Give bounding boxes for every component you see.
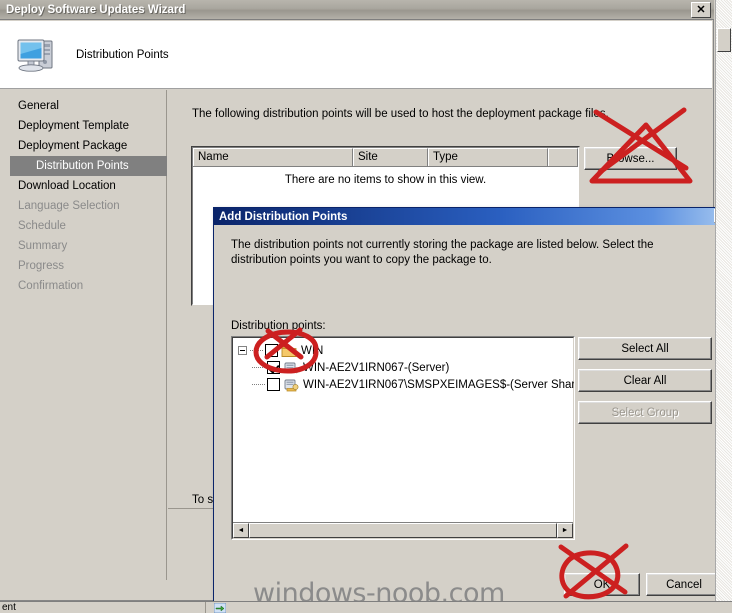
wizard-header-banner: Distribution Points — [0, 21, 712, 89]
tree-checkbox-server[interactable] — [267, 361, 280, 374]
dialog-titlebar[interactable]: Add Distribution Points ✕ — [214, 208, 731, 225]
tree-checkbox-server-share[interactable] — [267, 378, 280, 391]
column-header-blank[interactable] — [548, 148, 578, 166]
wizard-sidebar: General Deployment Template Deployment P… — [0, 90, 167, 580]
listview-empty-message: There are no items to show in this view. — [284, 174, 487, 186]
sidebar-item-deployment-package[interactable]: Deployment Package — [0, 136, 166, 156]
select-all-button[interactable]: Select All — [578, 337, 712, 360]
clear-all-button[interactable]: Clear All — [578, 369, 712, 392]
close-icon[interactable]: ✕ — [691, 2, 711, 18]
scrollbar-thumb[interactable] — [717, 28, 731, 52]
ok-button[interactable]: OK — [564, 573, 640, 596]
share-icon — [283, 378, 299, 392]
sidebar-item-deployment-template[interactable]: Deployment Template — [0, 116, 166, 136]
taskbar-window-label[interactable]: ent — [0, 602, 16, 613]
sidebar-item-language-selection: Language Selection — [18, 200, 120, 212]
collapse-icon[interactable] — [238, 346, 247, 355]
scroll-right-icon[interactable]: ► — [557, 523, 573, 538]
tree-item-server[interactable]: WIN-AE2V1IRN067-(Server) — [238, 359, 573, 376]
computer-icon — [14, 34, 60, 76]
sidebar-item-distribution-points[interactable]: Distribution Points — [10, 156, 167, 176]
sidebar-item-general[interactable]: General — [0, 96, 166, 116]
screen: Deploy Software Updates Wizard ✕ Distrib… — [0, 0, 732, 613]
distribution-points-tree[interactable]: WIN WIN-AE2V1IRN067-(Server) WIN-AE2V1IR… — [231, 336, 575, 540]
tree-connector — [250, 350, 263, 351]
network-icon[interactable] — [213, 602, 227, 613]
scroll-left-icon[interactable]: ◄ — [233, 523, 249, 538]
listview-header-row: Name Site Type — [193, 148, 578, 167]
tree-item-win[interactable]: WIN — [238, 342, 573, 359]
tree-horizontal-scrollbar[interactable]: ◄ ► — [233, 522, 573, 538]
cancel-button[interactable]: Cancel — [646, 573, 722, 596]
browse-button[interactable]: Browse... — [584, 147, 677, 170]
dialog-title: Add Distribution Points — [219, 210, 348, 223]
tree-item-label: WIN-AE2V1IRN067\SMSPXEIMAGES$-(Server Sh… — [303, 378, 575, 391]
tree-item-label: WIN-AE2V1IRN067-(Server) — [303, 361, 450, 374]
taskbar[interactable]: ent — [0, 601, 732, 613]
add-distribution-points-dialog: Add Distribution Points ✕ The distributi… — [213, 207, 732, 605]
scrollbar-thumb[interactable] — [249, 523, 557, 538]
tree-item-label: WIN — [301, 344, 324, 357]
server-icon — [283, 361, 299, 375]
dialog-description: The distribution points not currently st… — [231, 239, 654, 266]
sidebar-item-summary: Summary — [18, 240, 68, 252]
wizard-title: Deploy Software Updates Wizard — [6, 3, 186, 16]
window-vertical-scrollbar[interactable] — [715, 0, 732, 601]
tree-item-server-share[interactable]: WIN-AE2V1IRN067\SMSPXEIMAGES$-(Server Sh… — [238, 376, 575, 393]
page-title: Distribution Points — [76, 48, 169, 61]
tree-connector — [252, 384, 265, 385]
sidebar-item-download-location[interactable]: Download Location — [0, 176, 166, 196]
select-group-button: Select Group — [578, 401, 712, 424]
folder-icon — [281, 344, 297, 358]
column-header-site[interactable]: Site — [353, 148, 428, 166]
wizard-titlebar[interactable]: Deploy Software Updates Wizard ✕ — [0, 0, 714, 20]
tree-connector — [252, 367, 265, 368]
sidebar-item-schedule: Schedule — [18, 220, 66, 232]
taskbar-separator — [205, 602, 206, 613]
footer-hint-text: To s — [192, 494, 214, 506]
column-header-type[interactable]: Type — [428, 148, 548, 166]
sidebar-item-confirmation: Confirmation — [18, 280, 84, 292]
sidebar-item-progress: Progress — [18, 260, 65, 272]
tree-checkbox-win[interactable] — [265, 344, 278, 357]
intro-text: The following distribution points will b… — [192, 108, 609, 120]
distribution-points-label: Distribution points: — [231, 320, 326, 332]
column-header-name[interactable]: Name — [193, 148, 353, 166]
